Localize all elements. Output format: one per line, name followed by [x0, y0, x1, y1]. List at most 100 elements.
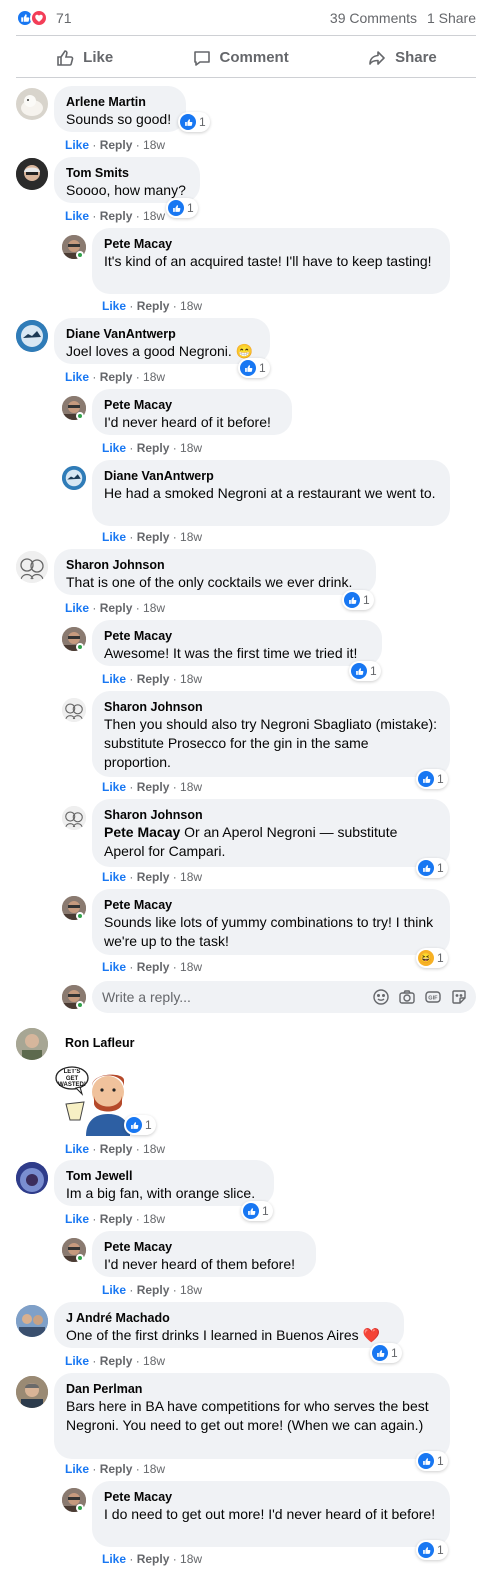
comment-timestamp[interactable]: 18w [143, 1462, 165, 1476]
comment-reply-link[interactable]: Reply [137, 1552, 170, 1566]
comment-reply-link[interactable]: Reply [100, 370, 133, 384]
comment-author[interactable]: Sharon Johnson [104, 699, 438, 715]
comment-author[interactable]: Pete Macay [104, 1489, 438, 1505]
comment-button[interactable]: Comment [192, 48, 289, 68]
comment-timestamp[interactable]: 18w [180, 1552, 202, 1566]
sticker-image[interactable]: LET'S GET WASTED! [54, 1056, 134, 1136]
comment-like-link[interactable]: Like [65, 1212, 89, 1226]
comment-author[interactable]: Diane VanAntwerp [104, 468, 438, 484]
comment-author[interactable]: Diane VanAntwerp [66, 326, 258, 342]
comment-like-link[interactable]: Like [65, 1354, 89, 1368]
comment-author[interactable]: Sharon Johnson [104, 807, 438, 823]
comment-author[interactable]: Pete Macay [104, 1239, 304, 1255]
comment-author[interactable]: Pete Macay [104, 897, 438, 913]
comment-like-link[interactable]: Like [102, 441, 126, 455]
comment-like-link[interactable]: Like [102, 1552, 126, 1566]
gif-icon[interactable]: GIF [424, 988, 442, 1006]
comment-timestamp[interactable]: 18w [143, 1142, 165, 1156]
reaction-count-pill[interactable]: 1 [166, 198, 198, 218]
comment-timestamp[interactable]: 18w [143, 1354, 165, 1368]
comment-reply-link[interactable]: Reply [137, 870, 170, 884]
avatar[interactable] [62, 698, 86, 722]
comment-timestamp[interactable]: 18w [180, 530, 202, 544]
reaction-count-pill[interactable]: 1 [241, 1201, 273, 1221]
avatar[interactable] [16, 1376, 48, 1408]
reaction-count-pill[interactable]: 1 [416, 1540, 448, 1560]
comment-like-link[interactable]: Like [102, 530, 126, 544]
avatar[interactable] [16, 88, 48, 120]
comment-reply-link[interactable]: Reply [137, 530, 170, 544]
comment-author[interactable]: Pete Macay [104, 397, 280, 413]
mention-link[interactable]: Pete Macay [104, 824, 180, 840]
reaction-count-pill[interactable]: 1 [416, 769, 448, 789]
comment-author[interactable]: Ron Lafleur [65, 1035, 134, 1051]
comment-author[interactable]: Arlene Martin [66, 94, 174, 110]
reaction-count-pill[interactable]: 1 [238, 358, 270, 378]
reaction-summary[interactable]: 71 [16, 8, 72, 27]
avatar[interactable] [16, 1305, 48, 1337]
share-button[interactable]: Share [367, 48, 437, 68]
reaction-count-pill[interactable]: 😆 1 [416, 948, 448, 968]
comment-timestamp[interactable]: 18w [143, 370, 165, 384]
avatar[interactable] [16, 320, 48, 352]
shares-count-link[interactable]: 1 Share [427, 10, 476, 26]
comment-timestamp[interactable]: 18w [180, 441, 202, 455]
comment-like-link[interactable]: Like [102, 780, 126, 794]
comment-reply-link[interactable]: Reply [137, 299, 170, 313]
comment-author[interactable]: J André Machado [66, 1310, 392, 1326]
comment-like-link[interactable]: Like [65, 138, 89, 152]
comment-timestamp[interactable]: 18w [143, 1212, 165, 1226]
avatar[interactable] [62, 806, 86, 830]
avatar[interactable] [16, 158, 48, 190]
comment-reply-link[interactable]: Reply [100, 1142, 133, 1156]
comment-reply-link[interactable]: Reply [100, 1354, 133, 1368]
comment-timestamp[interactable]: 18w [143, 138, 165, 152]
comment-author[interactable]: Sharon Johnson [66, 557, 364, 573]
comment-author[interactable]: Pete Macay [104, 628, 370, 644]
comment-like-link[interactable]: Like [102, 672, 126, 686]
comment-reply-link[interactable]: Reply [100, 138, 133, 152]
avatar[interactable] [16, 1162, 48, 1194]
reaction-count-pill[interactable]: 1 [342, 590, 374, 610]
comment-reply-link[interactable]: Reply [137, 672, 170, 686]
comment-reply-link[interactable]: Reply [137, 441, 170, 455]
comment-reply-link[interactable]: Reply [100, 1462, 133, 1476]
comment-timestamp[interactable]: 18w [180, 960, 202, 974]
comment-reply-link[interactable]: Reply [100, 209, 133, 223]
comment-author[interactable]: Tom Jewell [66, 1168, 262, 1184]
avatar[interactable] [16, 1028, 48, 1060]
comment-author[interactable]: Dan Perlman [66, 1381, 438, 1397]
comments-count-link[interactable]: 39 Comments [330, 10, 417, 26]
reaction-count-pill[interactable]: 1 [416, 1451, 448, 1471]
avatar[interactable] [16, 551, 48, 583]
comment-timestamp[interactable]: 18w [180, 299, 202, 313]
comment-like-link[interactable]: Like [102, 960, 126, 974]
comment-reply-link[interactable]: Reply [137, 1283, 170, 1297]
reaction-count-pill[interactable]: 1 [178, 112, 210, 132]
comment-reply-link[interactable]: Reply [100, 1212, 133, 1226]
comment-author[interactable]: Pete Macay [104, 236, 438, 252]
comment-timestamp[interactable]: 18w [180, 870, 202, 884]
like-button[interactable]: Like [55, 48, 113, 68]
comment-reply-link[interactable]: Reply [100, 601, 133, 615]
comment-reply-link[interactable]: Reply [137, 780, 170, 794]
comment-timestamp[interactable]: 18w [180, 672, 202, 686]
emoji-icon[interactable] [372, 988, 390, 1006]
reaction-count-pill[interactable]: 1 [370, 1343, 402, 1363]
comment-like-link[interactable]: Like [65, 209, 89, 223]
reply-input[interactable]: Write a reply... GIF [92, 981, 476, 1013]
avatar[interactable] [62, 466, 86, 490]
comment-timestamp[interactable]: 18w [180, 780, 202, 794]
comment-reply-link[interactable]: Reply [137, 960, 170, 974]
comment-like-link[interactable]: Like [102, 870, 126, 884]
reaction-count-pill[interactable]: 1 [416, 858, 448, 878]
comment-timestamp[interactable]: 18w [143, 601, 165, 615]
comment-like-link[interactable]: Like [65, 1142, 89, 1156]
reaction-count-pill[interactable]: 1 [124, 1115, 156, 1135]
comment-timestamp[interactable]: 18w [180, 1283, 202, 1297]
comment-like-link[interactable]: Like [65, 370, 89, 384]
camera-icon[interactable] [398, 988, 416, 1006]
comment-author[interactable]: Tom Smits [66, 165, 188, 181]
comment-like-link[interactable]: Like [102, 299, 126, 313]
sticker-icon[interactable] [450, 988, 468, 1006]
